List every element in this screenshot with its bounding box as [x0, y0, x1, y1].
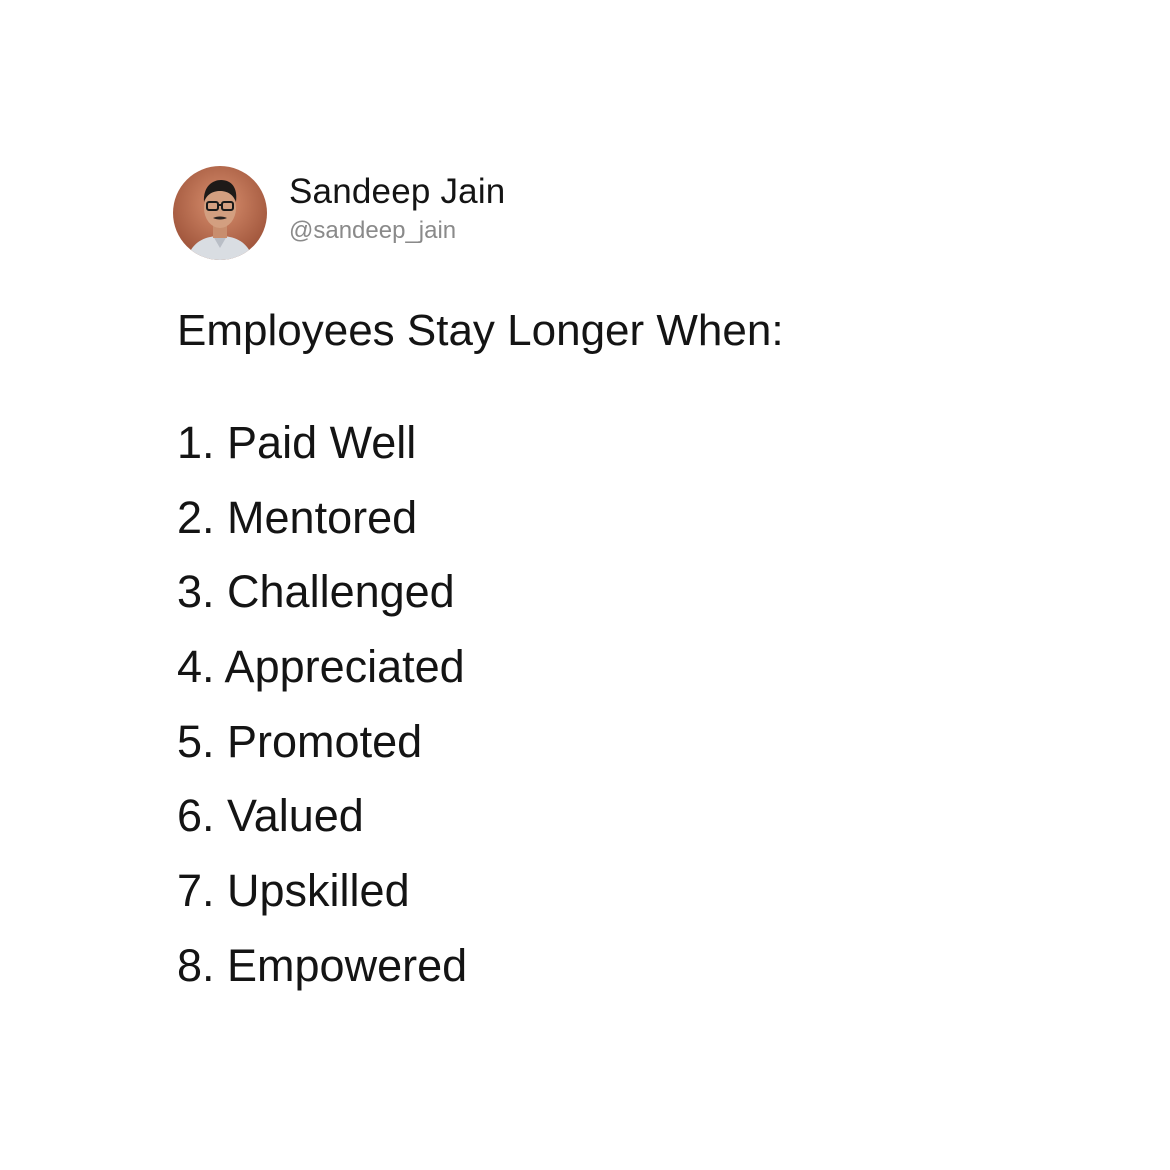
author-info: Sandeep Jain @sandeep_jain [289, 171, 505, 247]
list-item: 2. Mentored [177, 491, 418, 543]
list-item: 8. Empowered [177, 939, 468, 991]
list-item: 7. Upskilled [177, 865, 410, 917]
reasons-list: 1. Paid Well 2. Mentored 3. Challenged 4… [177, 417, 467, 1015]
avatar[interactable] [173, 166, 267, 260]
list-item: 3. Challenged [177, 566, 455, 618]
post-header: Sandeep Jain @sandeep_jain [173, 165, 1073, 261]
author-name[interactable]: Sandeep Jain [289, 171, 505, 213]
list-item: 5. Promoted [177, 715, 423, 767]
list-item: 1. Paid Well [177, 417, 417, 468]
list-item: 4. Appreciated [177, 641, 465, 693]
author-handle[interactable]: @sandeep_jain [289, 215, 505, 247]
post-headline: Employees Stay Longer When: [177, 306, 784, 355]
list-item: 6. Valued [177, 790, 364, 842]
avatar-photo [173, 166, 267, 260]
post-card: Sandeep Jain @sandeep_jain Employees Sta… [173, 165, 1073, 991]
